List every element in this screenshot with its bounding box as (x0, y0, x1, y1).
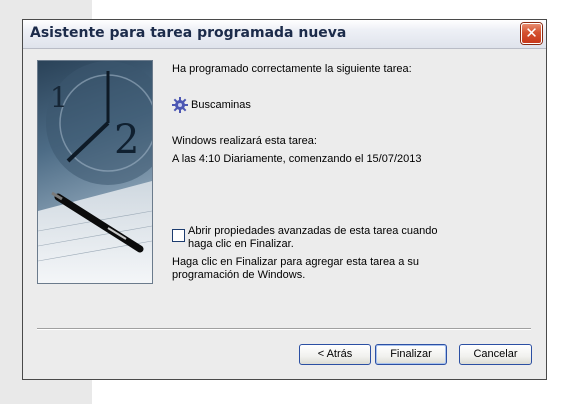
wizard-content: Ha programado correctamente la siguiente… (172, 49, 532, 349)
close-icon: ✕ (525, 24, 538, 42)
clock-pen-image: 1 2 (38, 61, 152, 283)
success-intro: Ha programado correctamente la siguiente… (172, 63, 412, 75)
wizard-body: 1 2 Ha programado correctamente la sigui… (23, 49, 546, 379)
separator-highlight (37, 329, 531, 330)
task-name: Buscaminas (191, 99, 251, 111)
wizard-illustration: 1 2 (37, 60, 153, 284)
svg-text:2: 2 (114, 117, 139, 163)
finish-hint: Haga clic en Finalizar para agregar esta… (172, 256, 420, 281)
close-button[interactable]: ✕ (521, 23, 542, 44)
finish-button[interactable]: Finalizar (375, 344, 447, 365)
run-header: Windows realizará esta tarea: (172, 135, 317, 147)
schedule-text: A las 4:10 Diariamente, comenzando el 15… (172, 153, 422, 165)
advanced-properties-label[interactable]: Abrir propiedades avanzadas de esta tare… (188, 225, 448, 251)
wizard-window: Asistente para tarea programada nueva ✕ … (22, 19, 547, 380)
advanced-properties-checkbox[interactable] (172, 229, 185, 242)
gear-icon (172, 97, 188, 113)
window-title: Asistente para tarea programada nueva (30, 25, 347, 41)
desktop-background-white (92, 378, 569, 404)
svg-text:1: 1 (50, 81, 68, 114)
cancel-button[interactable]: Cancelar (459, 344, 532, 365)
back-button[interactable]: < Atrás (299, 344, 371, 365)
title-bar[interactable]: Asistente para tarea programada nueva ✕ (23, 20, 546, 49)
